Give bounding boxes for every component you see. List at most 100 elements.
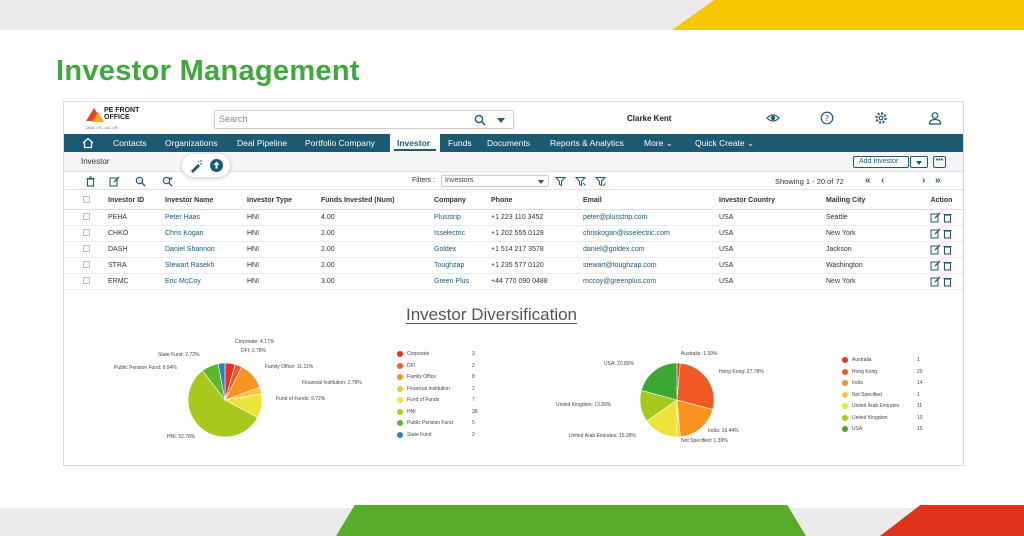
col-mailing-city[interactable]: Mailing City [826, 192, 918, 210]
table-row[interactable]: CHKO Chris Kogan HNI 2.00 Isselectric +1 202 … [64, 225, 963, 242]
magic-edit-icon[interactable] [189, 159, 203, 173]
filter-select[interactable]: Investors [441, 175, 549, 187]
search-scope-dropdown[interactable] [497, 118, 505, 123]
cell-email[interactable]: mccoy@greenplus.com [583, 273, 719, 290]
nav-organizations[interactable]: Organizations [165, 138, 217, 148]
trash-icon[interactable] [942, 228, 953, 239]
legend-item[interactable]: DFI 2 [397, 362, 487, 372]
legend-count: 2 [472, 362, 475, 369]
row-checkbox[interactable] [82, 276, 90, 284]
cell-investor-name[interactable]: Eric McCoy [165, 273, 247, 290]
nav-documents[interactable]: Documents [487, 138, 530, 148]
cell-investor-name[interactable]: Chris Kogan [165, 225, 247, 242]
legend-item[interactable]: Family Office 8 [397, 373, 487, 383]
legend-item[interactable]: Financial Institution 2 [397, 385, 487, 395]
legend-item[interactable]: Hong Kong 20 [842, 368, 932, 378]
home-icon[interactable] [82, 137, 94, 149]
table-row[interactable]: ERMC Eric McCoy HNI 3.00 Green Plus +44 770 0… [64, 273, 963, 290]
col-company[interactable]: Company [434, 192, 491, 210]
table-row[interactable]: DASH Daniel Shannon HNI 2.00 Goldex +1 514 21… [64, 241, 963, 258]
edit-icon[interactable] [109, 176, 120, 187]
cell-company[interactable]: Goldex [434, 241, 491, 258]
upload-icon[interactable] [209, 158, 224, 173]
cell-company[interactable]: Green Plus [434, 273, 491, 290]
investor-country-pie [637, 360, 717, 445]
filter-add-icon[interactable] [575, 176, 586, 187]
row-checkbox[interactable] [82, 228, 90, 236]
row-checkbox[interactable] [82, 260, 90, 268]
advanced-search-icon[interactable] [162, 176, 173, 187]
trash-icon[interactable] [85, 176, 96, 187]
nav-investor[interactable]: Investor [390, 134, 440, 152]
search-input[interactable]: Search [214, 110, 514, 129]
cell-email[interactable]: chriskogan@isselectric.com [583, 225, 719, 242]
col-investor-id[interactable]: Investor ID [108, 192, 165, 210]
edit-icon[interactable] [930, 228, 941, 239]
col-phone[interactable]: Phone [491, 192, 583, 210]
edit-icon[interactable] [930, 260, 941, 271]
user-name[interactable]: Clarke Kent [627, 114, 671, 123]
cell-company[interactable]: Isselectric [434, 225, 491, 242]
edit-icon[interactable] [930, 276, 941, 287]
nav-portfolio-company[interactable]: Portfolio Company [305, 138, 375, 148]
legend-item[interactable]: United Kingdom 10 [842, 414, 932, 424]
cell-investor-name[interactable]: Stewart Rasekh [165, 257, 247, 274]
search-icon[interactable] [135, 176, 146, 187]
trash-icon[interactable] [942, 276, 953, 287]
legend-item[interactable]: Fund of Funds 7 [397, 396, 487, 406]
cell-email[interactable]: peter@plusstrip.com [583, 209, 719, 226]
legend-item[interactable]: State Fund 2 [397, 431, 487, 441]
nav-deal-pipeline[interactable]: Deal Pipeline [237, 138, 287, 148]
row-checkbox[interactable] [82, 244, 90, 252]
legend-item[interactable]: India 14 [842, 379, 932, 389]
select-all-checkbox[interactable] [82, 195, 90, 203]
search-icon[interactable] [474, 114, 486, 126]
legend-item[interactable]: Corporate 3 [397, 350, 487, 360]
col-email[interactable]: Email [583, 192, 719, 210]
filter-icon[interactable] [555, 176, 566, 187]
cell-email[interactable]: daniel@goldex.com [583, 241, 719, 258]
legend-item[interactable]: HNI 38 [397, 408, 487, 418]
legend-item[interactable]: USA 15 [842, 425, 932, 435]
legend-item[interactable]: Australia 1 [842, 356, 932, 366]
nav-quick-create[interactable]: Quick Create ⌄ [695, 138, 754, 149]
cell-company[interactable]: Toughzap [434, 257, 491, 274]
edit-icon[interactable] [930, 212, 941, 223]
user-profile-icon[interactable] [928, 111, 942, 125]
row-checkbox[interactable] [82, 212, 90, 220]
legend-item[interactable]: Public Pension Fund 5 [397, 419, 487, 429]
breadcrumb: Investor [81, 157, 110, 166]
col-funds-invested[interactable]: Funds Invested (Num) [321, 192, 434, 210]
add-investor-button[interactable]: Add Investor [853, 156, 909, 168]
table-row[interactable]: PEHA Peter Haas HNI 4.00 Plusstrip +1 223 110… [64, 209, 963, 226]
help-icon[interactable]: ? [820, 111, 834, 125]
more-options-button[interactable]: ••• [933, 156, 946, 168]
nav-more[interactable]: More ⌄ [644, 138, 673, 149]
cell-email[interactable]: stewart@toughzap.com [583, 257, 719, 274]
eye-icon[interactable] [766, 111, 780, 125]
legend-item[interactable]: Not Specified 1 [842, 391, 932, 401]
trash-icon[interactable] [942, 260, 953, 271]
add-investor-dropdown[interactable] [910, 156, 928, 168]
col-investor-type[interactable]: Investor Type [247, 192, 321, 210]
edit-icon[interactable] [930, 244, 941, 255]
gear-icon[interactable] [874, 111, 888, 125]
legend-item[interactable]: United Arab Emirates 11 [842, 402, 932, 412]
cell-investor-name[interactable]: Peter Haas [165, 209, 247, 226]
nav-reports-analytics[interactable]: Reports & Analytics [550, 138, 624, 148]
trash-icon[interactable] [942, 244, 953, 255]
col-investor-name[interactable]: Investor Name [165, 192, 247, 210]
table-row[interactable]: STRA Stewart Rasekh HNI 2.00 Toughzap +1 235 … [64, 257, 963, 274]
nav-contacts[interactable]: Contacts [113, 138, 147, 148]
cell-investor-name[interactable]: Daniel Shannon [165, 241, 247, 258]
trash-icon[interactable] [942, 212, 953, 223]
logo[interactable]: PE FRONT OFFICE DEAL • PC • AC • IR [86, 107, 146, 133]
cell-company[interactable]: Plusstrip [434, 209, 491, 226]
nav-funds[interactable]: Funds [448, 138, 472, 148]
first-page-button[interactable]: « [865, 175, 871, 186]
last-page-button[interactable]: » [935, 175, 941, 186]
col-investor-country[interactable]: Investor Country [719, 192, 826, 210]
filter-clear-icon[interactable] [595, 176, 606, 187]
prev-page-button[interactable]: ‹ [881, 175, 884, 186]
next-page-button[interactable]: › [922, 175, 925, 186]
